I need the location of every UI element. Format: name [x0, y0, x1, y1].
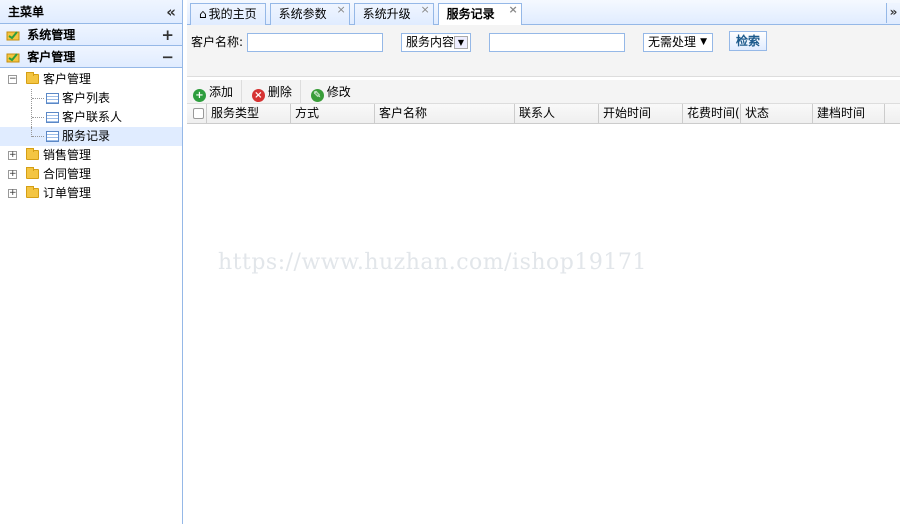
tree-folder-sales[interactable]: + 销售管理: [0, 146, 182, 165]
list-icon: [46, 93, 59, 104]
list-icon: [46, 112, 59, 123]
accordion-label: 客户管理: [27, 50, 76, 64]
module-icon: [6, 53, 20, 63]
close-icon[interactable]: ×: [420, 0, 429, 20]
add-icon: +: [193, 89, 206, 102]
service-content-input[interactable]: [489, 33, 625, 52]
tree-folder-label: 订单管理: [43, 186, 92, 200]
tree-item-label: 客户联系人: [62, 110, 123, 124]
tree-item-label: 客户列表: [62, 91, 111, 105]
sidebar-title-text: 主菜单: [8, 5, 45, 19]
edit-button[interactable]: ✎ 修改: [310, 80, 359, 104]
folder-icon: [26, 186, 39, 198]
tree-folder-label: 销售管理: [43, 148, 92, 162]
chevron-down-icon[interactable]: ▼: [454, 36, 468, 49]
tab-home[interactable]: ⌂ 我的主页: [190, 3, 266, 25]
tree-folder-customer[interactable]: − 客户管理: [0, 70, 182, 89]
column-header[interactable]: 开始时间: [599, 104, 683, 124]
tree-item-customer-list[interactable]: 客户列表: [0, 89, 182, 108]
tab-label: 服务记录: [446, 7, 495, 21]
search-panel: 客户名称: 服务内容 ▼ 无需处理 ▼ 检索: [187, 25, 900, 77]
tab-bar: ⌂ 我的主页 系统参数 × 系统升级 × 服务记录 × »: [187, 0, 900, 26]
column-header[interactable]: 客户名称: [375, 104, 515, 124]
tab-label: 系统升级: [362, 7, 411, 21]
delete-label: 删除: [267, 85, 292, 99]
tree-expand-icon[interactable]: +: [8, 151, 17, 160]
tree-folder-label: 客户管理: [43, 72, 92, 86]
collapse-icon[interactable]: −: [161, 46, 174, 68]
tree-item-service-records[interactable]: 服务记录: [0, 127, 182, 146]
tree-folder-label: 合同管理: [43, 167, 92, 181]
select-all-cell: [187, 104, 207, 124]
customer-name-label: 客户名称:: [191, 35, 244, 49]
tab-scroll-icon[interactable]: »: [886, 3, 900, 23]
delete-icon: ×: [251, 89, 265, 102]
edit-label: 修改: [326, 85, 351, 99]
home-icon: ⌂: [199, 7, 207, 21]
folder-icon: [26, 167, 39, 179]
tab-label: 我的主页: [208, 7, 257, 21]
tree-item-label: 服务记录: [62, 129, 111, 143]
tab-label: 系统参数: [278, 7, 327, 21]
service-content-select[interactable]: 服务内容 ▼: [401, 33, 471, 52]
add-button[interactable]: + 添加: [193, 80, 243, 104]
close-icon[interactable]: ×: [336, 0, 345, 20]
select-value: 无需处理: [648, 35, 697, 49]
grid-body: [187, 125, 900, 524]
menu-tree: − 客户管理 客户列表 客户联系人 服务记录 + 销售管理 + 合同管理 + 订…: [0, 68, 182, 203]
tree-expand-icon[interactable]: +: [8, 170, 17, 179]
delete-button[interactable]: × 删除: [251, 80, 301, 104]
list-icon: [46, 131, 59, 142]
sidebar-title: 主菜单 «: [0, 0, 182, 24]
tree-folder-contracts[interactable]: + 合同管理: [0, 165, 182, 184]
column-header[interactable]: 服务类型: [207, 104, 291, 124]
customer-name-input[interactable]: [247, 33, 383, 52]
column-header[interactable]: 花费时间(分: [683, 104, 741, 124]
folder-icon: [26, 148, 39, 160]
status-select[interactable]: 无需处理 ▼: [643, 33, 713, 52]
tree-collapse-icon[interactable]: −: [8, 75, 17, 84]
select-value: 服务内容: [406, 35, 455, 49]
grid-header: 服务类型 方式 客户名称 联系人 开始时间 花费时间(分 状态 建档时间: [187, 104, 900, 124]
tab-system-upgrade[interactable]: 系统升级 ×: [353, 0, 434, 25]
column-header[interactable]: 联系人: [515, 104, 599, 124]
tab-service-records[interactable]: 服务记录 ×: [437, 0, 522, 26]
add-label: 添加: [209, 85, 234, 99]
tree-item-customer-contacts[interactable]: 客户联系人: [0, 108, 182, 127]
watermark: https://www.huzhan.com/ishop19171: [218, 250, 647, 275]
folder-icon: [26, 72, 39, 84]
toolbar: + 添加 × 删除 ✎ 修改: [187, 80, 900, 104]
column-header[interactable]: 建档时间: [813, 104, 885, 124]
tab-system-params[interactable]: 系统参数 ×: [269, 0, 350, 25]
select-all-checkbox[interactable]: [193, 108, 204, 119]
accordion-customer-management[interactable]: 客户管理 −: [0, 46, 182, 68]
chevron-down-icon: ▼: [700, 37, 707, 47]
accordion-system-management[interactable]: 系统管理 +: [0, 24, 182, 46]
column-header[interactable]: 方式: [291, 104, 375, 124]
edit-icon: ✎: [310, 89, 324, 102]
module-icon: [6, 31, 20, 41]
search-button[interactable]: 检索: [729, 31, 768, 51]
accordion-label: 系统管理: [27, 28, 76, 42]
tree-folder-orders[interactable]: + 订单管理: [0, 184, 182, 203]
close-icon[interactable]: ×: [508, 0, 517, 20]
collapse-sidebar-icon[interactable]: «: [166, 0, 176, 24]
expand-icon[interactable]: +: [161, 24, 174, 46]
tree-expand-icon[interactable]: +: [8, 189, 17, 198]
sidebar: 主菜单 « 系统管理 + 客户管理 − − 客户管理 客户列表 客户联系人 服务…: [0, 0, 183, 524]
column-header[interactable]: 状态: [741, 104, 813, 124]
